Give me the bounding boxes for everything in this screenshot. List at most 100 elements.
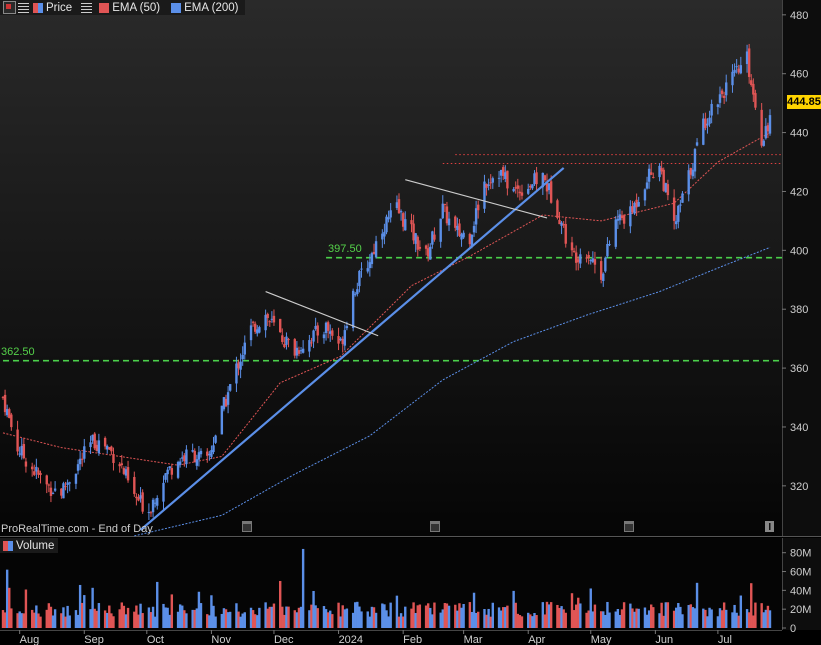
- watermark: ProRealTime.com - End of Day: [1, 523, 153, 535]
- volume-bar: [322, 606, 326, 628]
- candle-body: [766, 125, 770, 132]
- candle-body: [527, 188, 530, 194]
- info-icon[interactable]: [765, 521, 774, 532]
- volume-bar: [383, 604, 386, 628]
- candle-body: [570, 242, 574, 251]
- volume-bar: [283, 614, 286, 628]
- volume-bar: [602, 611, 605, 628]
- volume-bar: [64, 616, 67, 628]
- candle-body: [193, 450, 196, 463]
- candle-body: [258, 327, 261, 333]
- candle-body: [270, 318, 274, 320]
- volume-bar: [341, 605, 344, 628]
- volume-bar: [410, 608, 413, 628]
- candle-body: [620, 215, 624, 219]
- candle-body: [489, 182, 492, 184]
- candle-body: [747, 48, 751, 77]
- volume-bar: [210, 595, 213, 628]
- volume-bar: [499, 610, 503, 628]
- indicator-list-icon[interactable]: [81, 2, 93, 13]
- volume-bar: [156, 581, 159, 628]
- candle-body: [587, 255, 590, 258]
- volume-bar: [725, 609, 728, 628]
- calendar-icon[interactable]: [242, 521, 252, 532]
- volume-bar: [168, 614, 171, 628]
- candle-body: [591, 258, 595, 262]
- volume-bar: [366, 611, 369, 628]
- volume-bar: [458, 603, 461, 628]
- volume-bar: [354, 602, 357, 628]
- candle-body: [366, 268, 369, 272]
- legend-item-ema200[interactable]: EMA (200): [167, 2, 238, 14]
- candle-body: [535, 172, 538, 185]
- candle-body: [339, 338, 342, 341]
- calendar-icon[interactable]: [430, 521, 440, 532]
- indicator-list-icon[interactable]: [18, 2, 29, 13]
- candle-body: [301, 348, 305, 353]
- volume-bar: [514, 602, 517, 628]
- candle-body: [95, 444, 98, 452]
- candle-body: [579, 254, 582, 264]
- candle-body: [170, 468, 174, 475]
- volume-bar: [704, 609, 707, 628]
- volume-bar: [212, 605, 215, 628]
- volume-bar: [637, 608, 640, 628]
- volume-bar: [485, 614, 488, 628]
- candle-body: [502, 167, 505, 176]
- time-tick-label: May: [591, 634, 612, 645]
- volume-bar: [695, 582, 699, 628]
- volume-bar: [222, 608, 226, 628]
- candle-body: [153, 502, 157, 504]
- volume-bar: [310, 604, 313, 628]
- candle-body: [593, 259, 597, 265]
- candle-body: [81, 458, 84, 460]
- volume-bar: [195, 608, 199, 628]
- candle-body: [589, 260, 592, 262]
- candle-body: [49, 487, 53, 496]
- candle-body: [212, 445, 215, 453]
- volume-bar: [502, 607, 505, 628]
- legend-ema50-label: EMA (50): [112, 1, 161, 14]
- candle-body: [314, 325, 317, 330]
- volume-bar: [622, 602, 626, 628]
- chart-canvas[interactable]: 320 340 360 380 400 420 440 460 480 0 20M 40M 60M 80…: [0, 0, 821, 645]
- candle-body: [3, 394, 7, 413]
- price-tick-label: 400: [790, 245, 808, 257]
- candle-body: [241, 354, 244, 360]
- candle-body: [483, 181, 486, 209]
- chart-settings-icon[interactable]: [3, 1, 16, 14]
- volume-bar: [572, 610, 576, 628]
- candle-body: [316, 325, 319, 336]
- time-tick-label: Jun: [655, 634, 673, 645]
- volume-bar: [706, 616, 709, 628]
- candle-body: [710, 103, 713, 116]
- volume-bar: [660, 602, 663, 628]
- candle-body: [168, 466, 171, 469]
- calendar-icon[interactable]: [624, 521, 634, 532]
- volume-bar: [708, 607, 711, 628]
- candle-body: [687, 170, 690, 195]
- volume-bar: [153, 616, 157, 628]
- candle-body: [322, 334, 326, 339]
- volume-legend[interactable]: Volume: [0, 538, 59, 553]
- candle-body: [124, 469, 128, 476]
- volume-bar: [412, 602, 415, 628]
- candle-body: [126, 467, 130, 481]
- volume-bar: [754, 602, 757, 628]
- candle-body: [426, 248, 430, 257]
- volume-bar: [89, 609, 92, 628]
- candle-body: [414, 233, 417, 244]
- volume-bar: [51, 615, 55, 628]
- volume-bar: [599, 611, 603, 628]
- volume-bar: [53, 609, 57, 628]
- volume-bar: [374, 612, 378, 628]
- volume-bar: [395, 595, 399, 628]
- volume-bar: [251, 610, 255, 628]
- candle-body: [385, 216, 388, 233]
- volume-bar: [531, 616, 534, 628]
- legend-item-ema50[interactable]: EMA (50): [95, 2, 160, 14]
- candle-body: [74, 473, 78, 484]
- candle-body: [312, 330, 315, 342]
- candle-body: [133, 476, 136, 494]
- legend-item-price[interactable]: Price: [29, 2, 72, 14]
